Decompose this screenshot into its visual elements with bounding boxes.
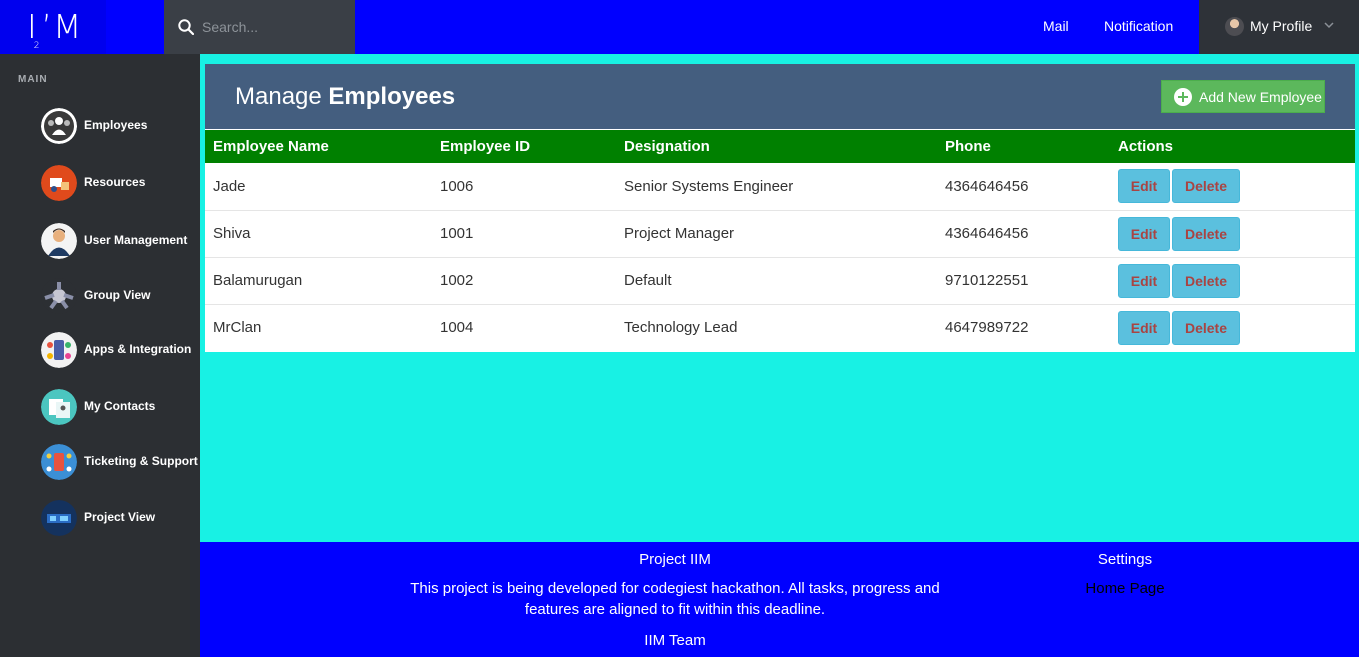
sidebar-item-my-contacts[interactable]: My Contacts xyxy=(41,389,200,425)
column-header: Designation xyxy=(624,138,710,155)
actions-cell: Edit Delete xyxy=(1110,304,1355,351)
delete-button[interactable]: Delete xyxy=(1172,169,1240,204)
table-header-row: Employee Name Employee ID Designation Ph… xyxy=(205,130,1355,163)
table-row: MrClan 1004 Technology Lead 4647989722 E… xyxy=(205,304,1355,351)
column-header: Phone xyxy=(945,138,991,155)
project-view-icon xyxy=(41,500,77,536)
sidebar-item-label: Ticketing & Support xyxy=(84,454,198,468)
logo-text-right: ’M xyxy=(41,7,83,46)
table-row: Balamurugan 1002 Default 9710122551 Edit… xyxy=(205,257,1355,304)
sidebar-item-user-management[interactable]: User Management xyxy=(41,223,200,259)
employee-name-cell: Balamurugan xyxy=(213,272,303,289)
edit-button[interactable]: Edit xyxy=(1118,310,1170,345)
sidebar-item-label: Resources xyxy=(84,175,146,189)
home-page-link[interactable]: Home Page xyxy=(1070,580,1180,597)
phone-cell: 4647989722 xyxy=(945,319,1029,337)
designation-cell: Project Manager xyxy=(624,225,735,242)
employees-table: Employee Name Employee ID Designation Ph… xyxy=(205,130,1355,351)
footer-team: IIM Team xyxy=(644,632,706,649)
sidebar-item-label: Project View xyxy=(84,510,156,524)
group-view-icon xyxy=(41,278,77,314)
sidebar-item-project-view[interactable]: Project View xyxy=(41,500,200,536)
page-title-prefix: Manage xyxy=(235,83,329,110)
sidebar-item-resources[interactable]: Resources xyxy=(41,165,200,201)
designation-cell: Senior Systems Engineer xyxy=(624,177,794,195)
actions-cell: Edit Delete xyxy=(1110,163,1355,210)
footer-description: This project is being developed for code… xyxy=(410,580,940,618)
delete-button[interactable]: Delete xyxy=(1172,263,1240,298)
edit-button[interactable]: Edit xyxy=(1118,216,1170,251)
employees-icon xyxy=(41,108,77,144)
search-box xyxy=(164,0,355,54)
footer-title: Project IIM xyxy=(639,551,711,568)
employee-id-cell: 1004 xyxy=(440,319,474,337)
sidebar-item-label: User Management xyxy=(84,233,188,247)
table-row: Jade 1006 Senior Systems Engineer 436464… xyxy=(205,163,1355,210)
profile-menu[interactable]: My Profile xyxy=(1199,0,1359,54)
employee-name-cell: Jade xyxy=(213,177,246,195)
sidebar-item-label: Apps & Integration xyxy=(84,342,192,356)
column-header: Actions xyxy=(1118,138,1174,155)
notification-link[interactable]: Notification xyxy=(1104,0,1173,54)
page-title-strong: Employees xyxy=(328,83,456,110)
actions-cell: Edit Delete xyxy=(1110,257,1355,304)
chevron-down-icon xyxy=(1324,22,1334,29)
sidebar-item-label: Group View xyxy=(84,288,151,302)
sidebar-item-group-view[interactable]: Group View xyxy=(41,278,200,314)
sidebar-item-label: Employees xyxy=(84,118,148,132)
phone-cell: 4364646456 xyxy=(945,177,1029,195)
sidebar-item-ticketing-support[interactable]: Ticketing & Support xyxy=(41,444,200,480)
sidebar: MAIN Employees Resources User Management xyxy=(0,54,200,657)
employee-id-cell: 1002 xyxy=(440,272,474,289)
column-header: Employee Name xyxy=(213,138,329,155)
logo-subscript: 2 xyxy=(33,41,41,51)
profile-label: My Profile xyxy=(1250,18,1313,34)
plus-circle-icon xyxy=(1174,88,1192,106)
search-input[interactable] xyxy=(202,14,347,40)
user-management-icon xyxy=(41,223,77,259)
designation-cell: Technology Lead xyxy=(624,319,738,337)
footer-settings-heading: Settings xyxy=(1097,551,1153,568)
edit-button[interactable]: Edit xyxy=(1118,263,1170,298)
apps-integration-icon xyxy=(41,332,77,368)
employee-id-cell: 1001 xyxy=(440,225,474,242)
add-employee-button[interactable]: Add New Employee xyxy=(1161,80,1325,113)
footer: Project IIM This project is being develo… xyxy=(200,542,1359,657)
employee-name-cell: MrClan xyxy=(213,319,262,337)
search-icon xyxy=(178,19,194,35)
delete-button[interactable]: Delete xyxy=(1172,310,1240,345)
sidebar-item-apps-integration[interactable]: Apps & Integration xyxy=(41,332,200,368)
resources-icon xyxy=(41,165,77,201)
app-logo[interactable]: I2’M xyxy=(0,0,106,54)
designation-cell: Default xyxy=(624,272,672,289)
employee-name-cell: Shiva xyxy=(213,225,251,242)
sidebar-heading: MAIN xyxy=(18,74,48,85)
manage-employees-panel: Manage Employees Add New Employee Employ… xyxy=(205,64,1355,352)
column-header: Employee ID xyxy=(440,138,531,155)
sidebar-item-employees[interactable]: Employees xyxy=(41,108,200,144)
page-title: Manage Employees xyxy=(235,83,455,111)
actions-cell: Edit Delete xyxy=(1110,210,1355,257)
edit-button[interactable]: Edit xyxy=(1118,169,1170,204)
contacts-icon xyxy=(41,389,77,425)
top-navbar: I2’M Mail Notification My Profile xyxy=(0,0,1359,54)
avatar xyxy=(1225,17,1244,36)
mail-link[interactable]: Mail xyxy=(1043,0,1069,54)
sidebar-item-label: My Contacts xyxy=(84,399,156,413)
delete-button[interactable]: Delete xyxy=(1172,216,1240,251)
phone-cell: 9710122551 xyxy=(945,272,1029,289)
ticketing-icon xyxy=(41,444,77,480)
panel-header: Manage Employees Add New Employee xyxy=(205,64,1355,129)
add-employee-label: Add New Employee xyxy=(1199,89,1322,105)
employee-id-cell: 1006 xyxy=(440,177,474,195)
table-row: Shiva 1001 Project Manager 4364646456 Ed… xyxy=(205,210,1355,257)
phone-cell: 4364646456 xyxy=(945,225,1029,242)
